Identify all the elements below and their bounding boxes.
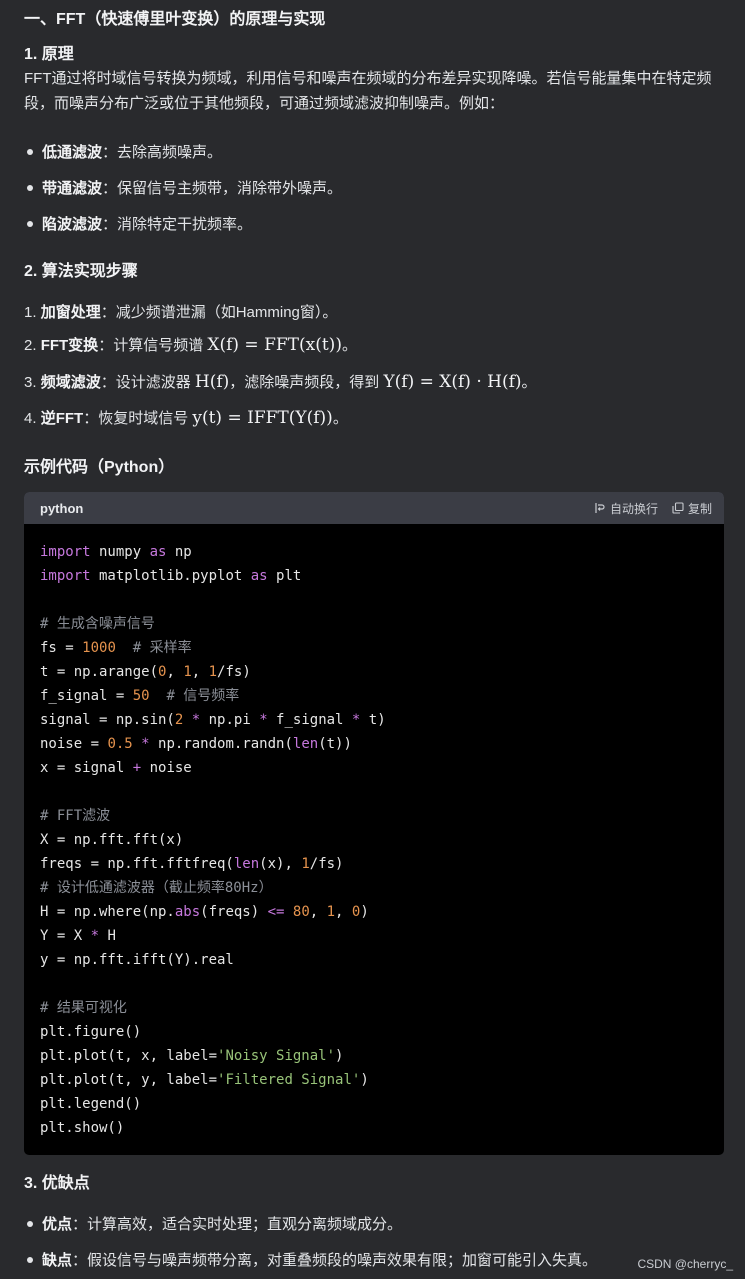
list-item: 3. 频域滤波：设计滤波器 H(f)，滤除噪声频段，得到 Y(f) = X(f)… <box>24 372 537 392</box>
watermark: CSDN @cherryc_ <box>637 1257 733 1271</box>
principle-paragraph: FFT通过将时域信号转换为频域，利用信号和噪声在频域的分布差异实现降噪。若信号能… <box>24 70 712 112</box>
wrap-button[interactable]: 自动换行 <box>594 500 658 517</box>
formula: Y(f) = X(f) · H(f) <box>383 372 522 392</box>
bullet-icon <box>27 1257 33 1264</box>
section-heading-principle: 1. 原理 <box>24 46 74 63</box>
list-item: 4. 逆FFT：恢复时域信号 y(t) = IFFT(Y(f))。 <box>24 408 348 428</box>
list-item: 优点：计算高效，适合实时处理；直观分离频域成分。 <box>24 1213 402 1234</box>
formula: H(f) <box>194 372 230 392</box>
code-block: python 自动换行 复制 import numpy as np import… <box>24 492 724 1155</box>
section-heading-example: 示例代码（Python） <box>24 459 175 476</box>
bullet-icon <box>27 149 33 156</box>
bullet-icon <box>27 1221 33 1228</box>
copy-icon <box>672 502 684 514</box>
section-heading-steps: 2. 算法实现步骤 <box>24 263 138 280</box>
code-header: python 自动换行 复制 <box>24 492 724 524</box>
formula: X(f) = FFT(x(t)) <box>207 335 342 355</box>
list-item: 1. 加窗处理：减少频谱泄漏（如Hamming窗）。 <box>24 304 338 321</box>
list-item: 陷波滤波：消除特定干扰频率。 <box>24 213 252 234</box>
list-item: 低通滤波：去除高频噪声。 <box>24 141 222 162</box>
page-title: 一、FFT（快速傅里叶变换）的原理与实现 <box>24 11 326 28</box>
section-heading-pros-cons: 3. 优缺点 <box>24 1175 90 1192</box>
list-item: 带通滤波：保留信号主频带，消除带外噪声。 <box>24 177 342 198</box>
list-item: 2. FFT变换：计算信号频谱 X(f) = FFT(x(t))。 <box>24 335 357 355</box>
code-language: python <box>40 500 84 516</box>
wrap-icon <box>595 503 605 513</box>
bullet-icon <box>27 185 33 192</box>
list-item: 缺点：假设信号与噪声频带分离，对重叠频段的噪声效果有限；加窗可能引入失真。 <box>24 1249 597 1270</box>
copy-button[interactable]: 复制 <box>672 500 712 517</box>
code-content[interactable]: import numpy as np import matplotlib.pyp… <box>40 540 386 1140</box>
bullet-icon <box>27 221 33 228</box>
formula: y(t) = IFFT(Y(f)) <box>192 408 333 428</box>
